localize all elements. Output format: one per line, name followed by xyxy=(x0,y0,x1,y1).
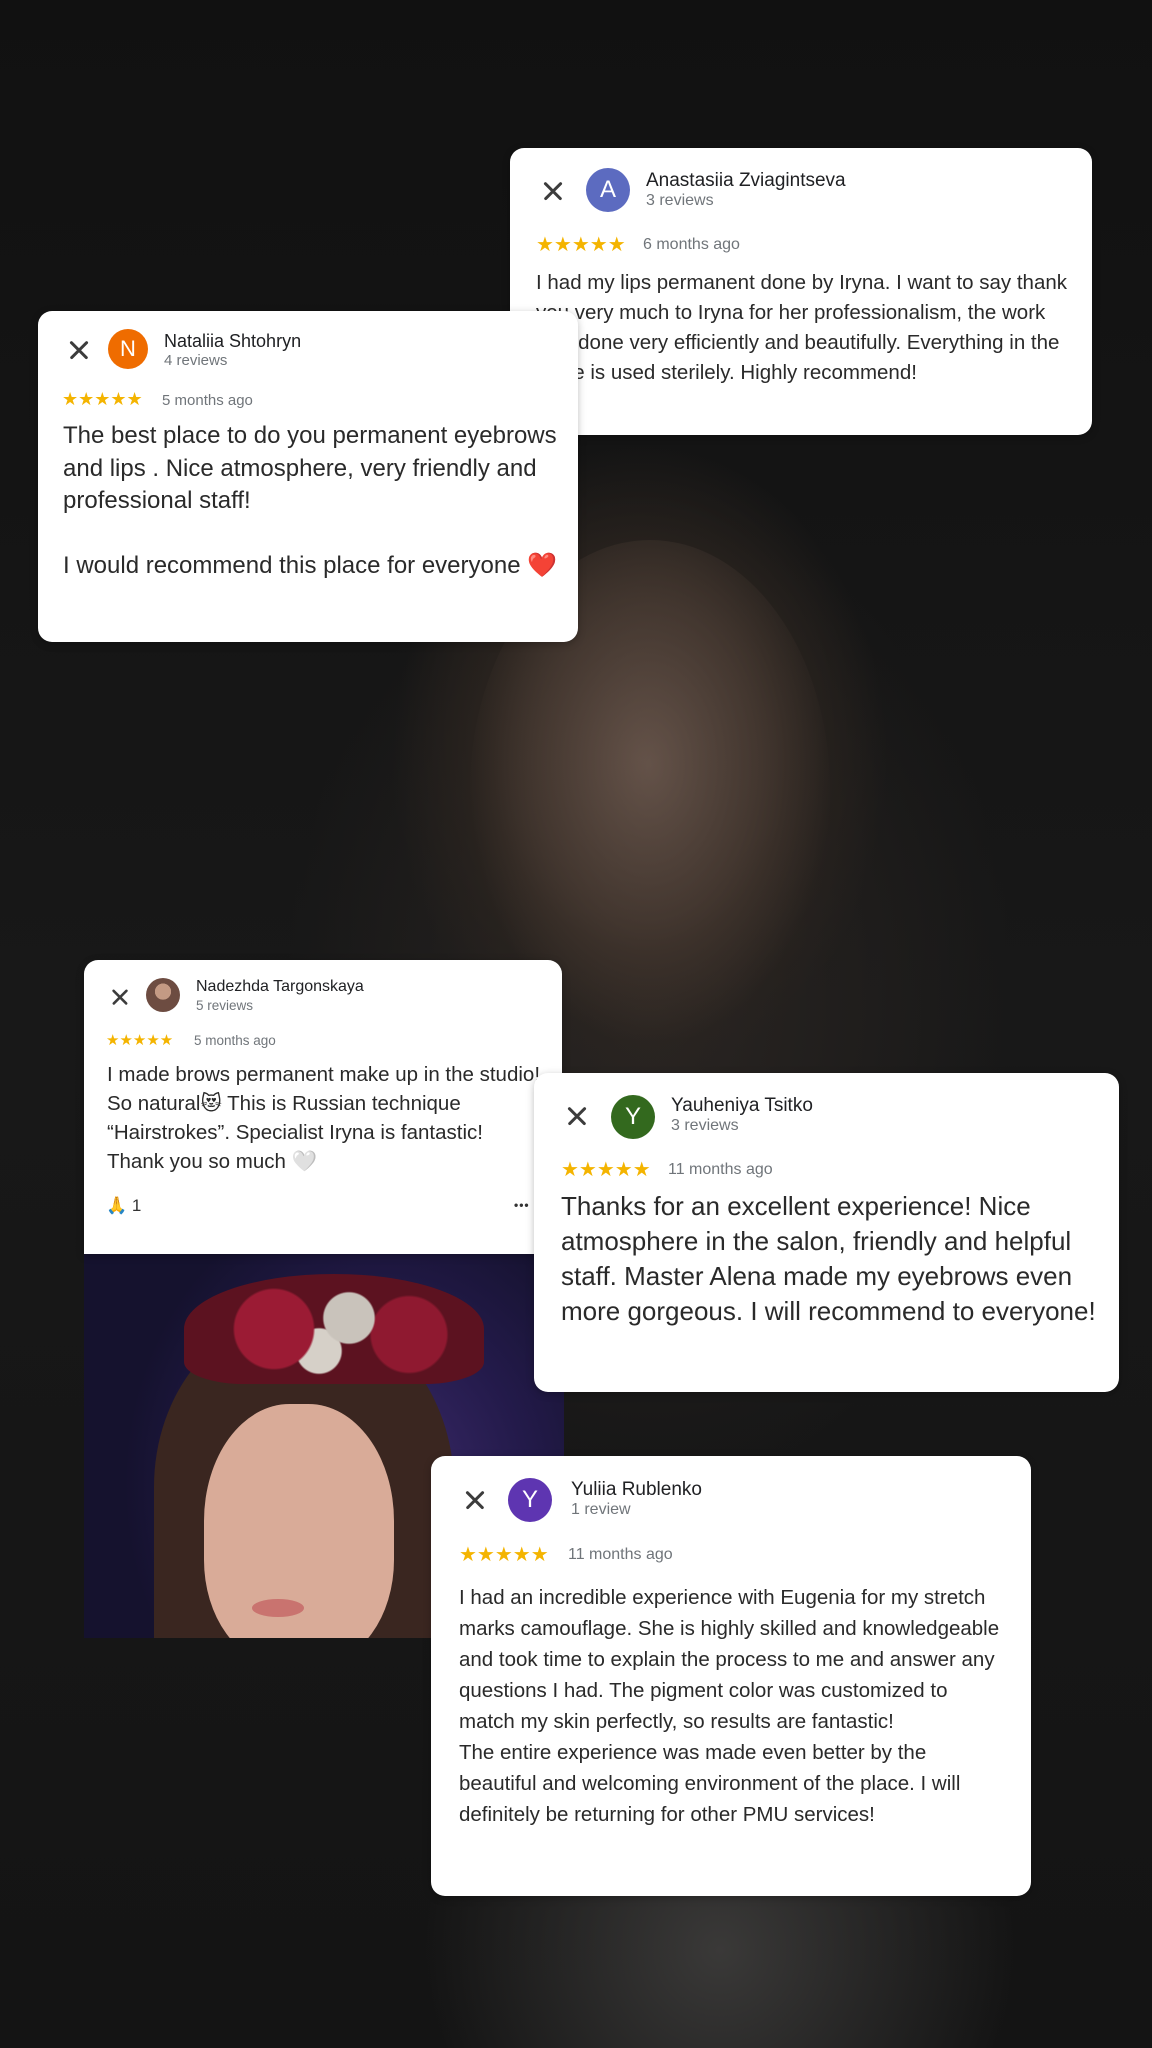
review-age: 5 months ago xyxy=(162,392,253,409)
review-count: 3 reviews xyxy=(646,192,714,209)
avatar: Y xyxy=(611,1095,655,1139)
review-text: I made brows permanent make up in the st… xyxy=(107,1063,541,1173)
reviewer-name[interactable]: Nataliia Shtohryn xyxy=(164,331,301,352)
review-card-anastasiia: A Anastasiia Zviagintseva 3 reviews ★★★★… xyxy=(510,148,1092,435)
reviewer-name[interactable]: Anastasiia Zviagintseva xyxy=(646,170,846,192)
review-card-nadezhda: Nadezhda Targonskaya 5 reviews ★★★★★ 5 m… xyxy=(84,960,562,1254)
review-text: I had an incredible experience with Euge… xyxy=(459,1586,1000,1826)
more-options-icon[interactable]: ••• xyxy=(514,1198,530,1212)
avatar: A xyxy=(586,168,630,212)
close-icon[interactable] xyxy=(462,1487,488,1513)
review-card-yuliia: Y Yuliia Rublenko 1 review ★★★★★ 11 mont… xyxy=(431,1456,1031,1896)
star-rating: ★★★★★ xyxy=(62,389,143,409)
review-text: The best place to do you permanent eyebr… xyxy=(63,422,558,579)
close-icon[interactable] xyxy=(66,337,92,363)
star-rating: ★★★★★ xyxy=(459,1544,549,1566)
reviewer-name[interactable]: Yauheniya Tsitko xyxy=(671,1095,813,1117)
reviewer-name[interactable]: Yuliia Rublenko xyxy=(571,1479,702,1501)
review-count: 1 review xyxy=(571,1501,631,1518)
review-count: 5 reviews xyxy=(196,998,254,1013)
review-count: 3 reviews xyxy=(671,1117,739,1134)
close-icon[interactable] xyxy=(564,1103,590,1129)
star-rating: ★★★★★ xyxy=(561,1159,651,1181)
review-text: Thanks for an excellent experience! Nice… xyxy=(561,1191,1096,1326)
review-card-nataliia: N Nataliia Shtohryn 4 reviews ★★★★★ 5 mo… xyxy=(38,311,578,642)
star-rating: ★★★★★ xyxy=(106,1032,174,1049)
review-card-yauheniya: Y Yauheniya Tsitko 3 reviews ★★★★★ 11 mo… xyxy=(534,1073,1119,1392)
avatar xyxy=(146,978,180,1012)
avatar: Y xyxy=(508,1478,552,1522)
review-text: I had my lips permanent done by Iryna. I… xyxy=(536,271,1073,384)
close-icon[interactable] xyxy=(109,986,131,1008)
close-icon[interactable] xyxy=(540,178,566,204)
reviewer-name[interactable]: Nadezhda Targonskaya xyxy=(196,978,364,996)
star-rating: ★★★★★ xyxy=(536,234,626,256)
photo-flower-crown xyxy=(184,1274,484,1384)
review-age: 11 months ago xyxy=(568,1546,673,1563)
reaction-count[interactable]: 🙏 1 xyxy=(106,1196,141,1216)
review-age: 6 months ago xyxy=(643,236,740,253)
review-age: 11 months ago xyxy=(668,1161,773,1178)
review-age: 5 months ago xyxy=(194,1033,276,1048)
avatar: N xyxy=(108,329,148,369)
review-count: 4 reviews xyxy=(164,352,228,369)
photo-lips xyxy=(252,1599,304,1617)
